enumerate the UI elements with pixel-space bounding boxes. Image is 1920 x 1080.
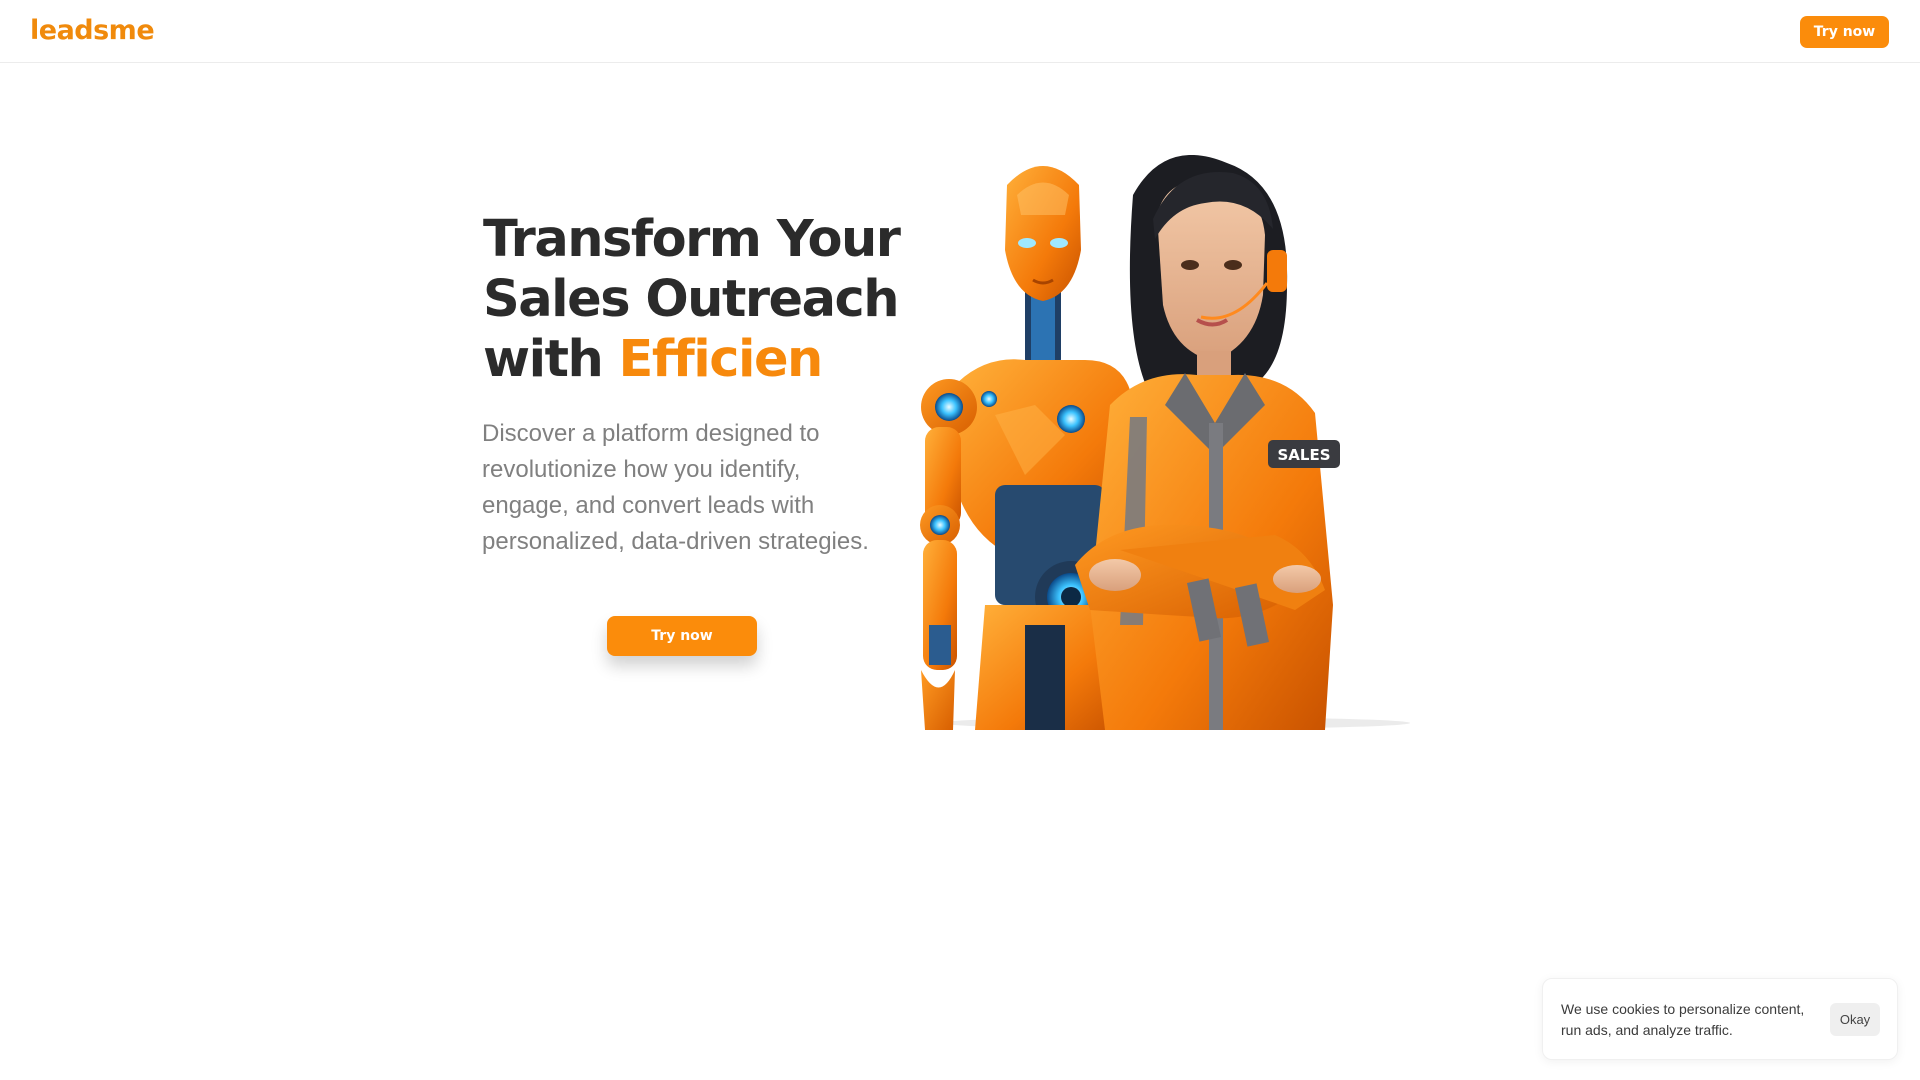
leadsme-logo[interactable]: leadsme: [30, 15, 155, 46]
hero-subtitle: Discover a platform designed to revoluti…: [482, 420, 869, 555]
hero-title-line-1: Transform Your: [483, 210, 901, 269]
hero-title: Transform Your Sales Outreach with Effic…: [483, 210, 913, 390]
hero-title-line-2: Sales Outreach: [483, 270, 900, 329]
hero-illustration: SALES: [920, 155, 1410, 730]
sales-badge-text: SALES: [1277, 446, 1330, 464]
cookie-banner: We use cookies to personalize content, r…: [1542, 978, 1898, 1060]
cookie-banner-text: We use cookies to personalize content, r…: [1561, 1001, 1805, 1038]
sales-agent-figure: SALES: [1075, 155, 1340, 730]
top-navbar: leadsme Try now: [0, 0, 1920, 63]
header-try-now-button[interactable]: Try now: [1800, 16, 1889, 48]
cookie-okay-button[interactable]: Okay: [1830, 1003, 1880, 1036]
hero-try-now-button[interactable]: Try now: [607, 616, 757, 656]
hero-title-line-3-prefix: with: [483, 330, 619, 389]
hero-title-accent: Efficien: [618, 330, 824, 389]
